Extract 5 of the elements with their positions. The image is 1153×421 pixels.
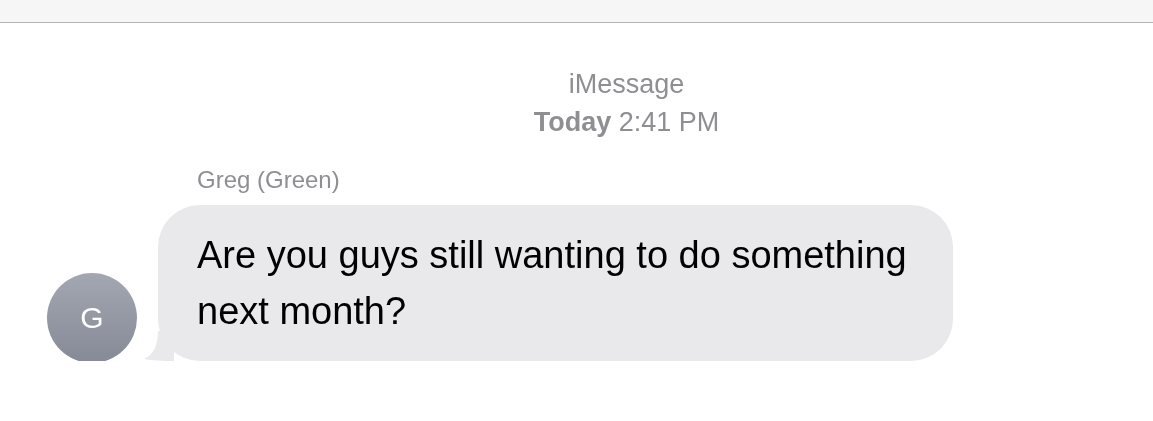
service-label: iMessage (568, 68, 685, 101)
message-bubble: Are you guys still wanting to do something next month? (158, 205, 953, 361)
sender-name: Greg (Green) (197, 165, 341, 195)
avatar[interactable]: G (47, 273, 137, 361)
timestamp: Today 2:41 PM (533, 106, 720, 139)
